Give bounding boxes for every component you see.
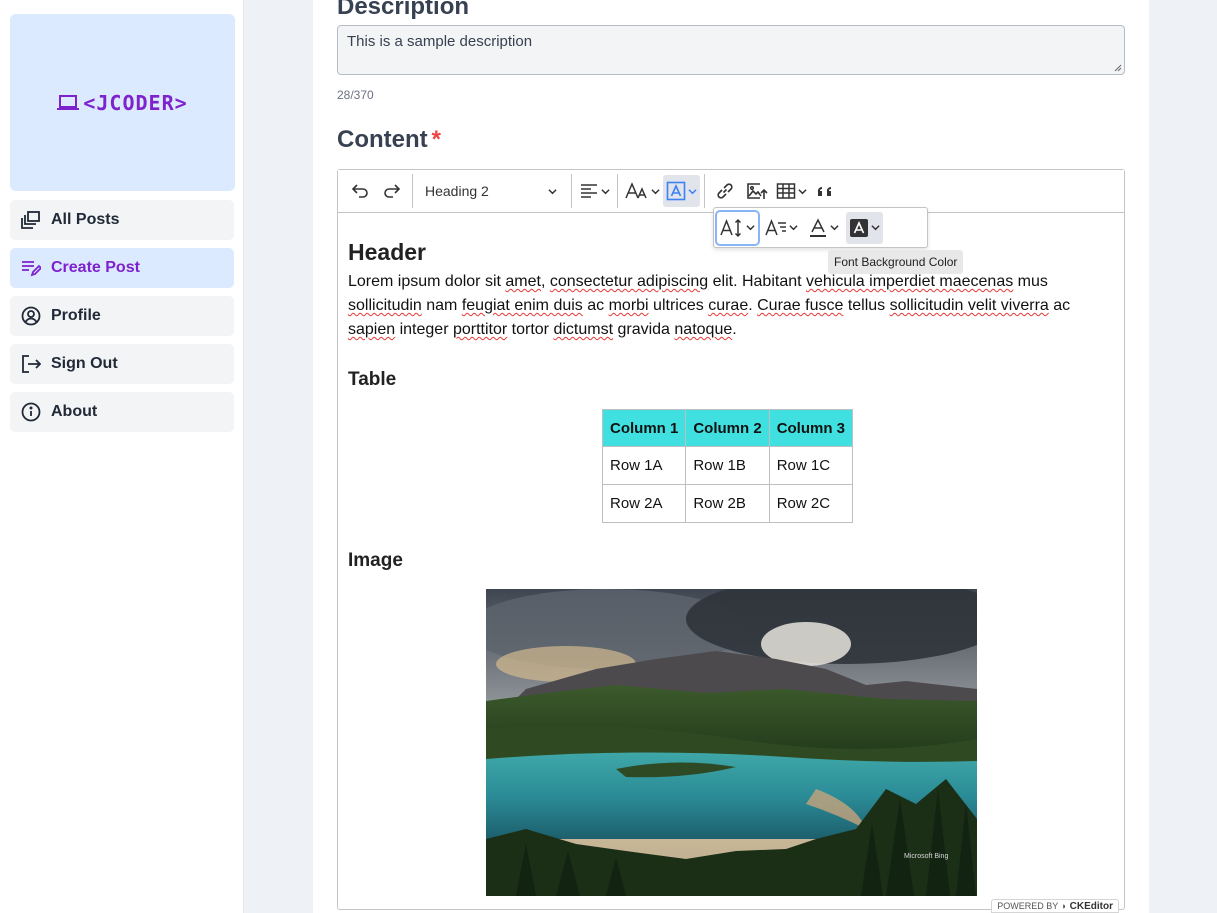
rich-text-editor: Heading 2 Font Background Color Header L… <box>337 169 1125 913</box>
editor-content[interactable]: Header Lorem ipsum dolor sit amet, conse… <box>338 213 1124 896</box>
landscape-image[interactable]: Microsoft Bing <box>486 589 977 896</box>
chevron-down-icon <box>789 225 798 231</box>
chevron-down-icon <box>688 188 697 194</box>
image-upload-icon <box>747 183 768 199</box>
table-cell[interactable]: Row 2B <box>685 484 770 523</box>
insert-table-dropdown[interactable] <box>773 175 810 207</box>
toolbar-separator <box>704 174 705 208</box>
sidebar-item-label: Sign Out <box>51 355 118 372</box>
blockquote-button[interactable] <box>810 175 842 207</box>
font-formatting-dropdown[interactable] <box>663 175 700 207</box>
description-textarea[interactable]: This is a sample description <box>337 25 1125 75</box>
sidebar-item-label: Create Post <box>51 259 140 276</box>
font-formatting-panel <box>713 207 928 248</box>
content-label-text: Content <box>337 126 428 153</box>
image-watermark: Microsoft Bing <box>904 853 948 860</box>
toolbar-separator <box>412 174 413 208</box>
resize-handle-icon[interactable] <box>1114 64 1122 72</box>
chevron-down-icon <box>548 188 557 194</box>
table-header-row: Column 1 Column 2 Column 3 <box>601 409 854 447</box>
doc-image-heading: Image <box>348 550 403 571</box>
table-cell[interactable]: Row 2A <box>601 484 687 523</box>
font-size-arrows-icon <box>720 218 742 237</box>
align-left-icon <box>581 184 597 198</box>
doc-paragraph: Lorem ipsum dolor sit amet, consectetur … <box>348 273 1071 338</box>
ckeditor-badge-prefix: POWERED BY <box>997 901 1059 911</box>
font-box-icon <box>666 181 686 201</box>
font-background-color-icon <box>850 218 868 237</box>
table-row: Row 1A Row 1B Row 1C <box>601 446 854 485</box>
font-background-color-dropdown[interactable] <box>846 211 883 244</box>
chevron-down-icon <box>830 225 839 231</box>
create-post-panel: Description This is a sample description… <box>313 0 1149 913</box>
logo-box[interactable]: <JCODER> <box>10 14 235 191</box>
heading-dropdown-value: Heading 2 <box>425 183 489 199</box>
tooltip: Font Background Color <box>828 250 964 274</box>
redo-button[interactable] <box>376 175 408 207</box>
sidebar-item-sign-out[interactable]: Sign Out <box>10 344 234 384</box>
font-color-dropdown[interactable] <box>805 212 842 244</box>
sidebar-item-all-posts[interactable]: All Posts <box>10 200 234 240</box>
description-label: Description <box>337 0 470 20</box>
chevron-down-icon <box>746 225 755 231</box>
toolbar-separator <box>617 174 618 208</box>
sidebar: <JCODER> All Posts Create Post Profile S… <box>0 0 244 913</box>
redo-icon <box>384 184 401 198</box>
page-background-right <box>1149 0 1217 913</box>
laptop-icon <box>57 94 80 110</box>
table-header-cell[interactable]: Column 3 <box>768 409 854 447</box>
sidebar-item-create-post[interactable]: Create Post <box>10 248 234 288</box>
chevron-down-icon <box>798 188 807 194</box>
table-cell[interactable]: Row 1C <box>768 446 854 485</box>
description-value: This is a sample description <box>347 33 533 50</box>
font-size-icon <box>625 182 647 199</box>
chevron-down-icon <box>651 188 660 194</box>
sidebar-item-profile[interactable]: Profile <box>10 296 234 336</box>
link-button[interactable] <box>709 175 741 207</box>
insert-image-button[interactable] <box>741 175 773 207</box>
required-mark: * <box>431 126 441 153</box>
table-cell[interactable]: Row 1A <box>601 446 687 485</box>
sidebar-nav: All Posts Create Post Profile Sign Out A… <box>10 200 234 432</box>
sidebar-item-label: Profile <box>51 307 101 324</box>
link-icon <box>717 183 733 199</box>
undo-button[interactable] <box>344 175 376 207</box>
font-family-dropdown[interactable] <box>762 212 801 244</box>
table-header-cell[interactable]: Column 2 <box>685 409 770 447</box>
doc-table[interactable]: Column 1 Column 2 Column 3 Row 1A Row 1B… <box>601 409 854 523</box>
font-family-icon <box>765 218 786 235</box>
heading-dropdown[interactable]: Heading 2 <box>417 175 567 207</box>
sign-out-icon <box>22 355 41 373</box>
sidebar-item-label: All Posts <box>51 211 120 228</box>
quote-icon <box>817 186 831 196</box>
sidebar-item-about[interactable]: About <box>10 392 234 432</box>
edit-list-icon <box>22 261 41 277</box>
sidebar-item-label: About <box>51 403 98 420</box>
info-icon <box>21 402 41 422</box>
font-size-dropdown-panel[interactable] <box>715 209 760 246</box>
stack-icon <box>21 211 40 229</box>
ckeditor-badge[interactable]: POWERED BY ◗ CKEditor <box>991 899 1119 913</box>
ckeditor-badge-brand: CKEditor <box>1069 900 1113 912</box>
doc-table-heading: Table <box>348 369 397 390</box>
table-icon <box>776 183 796 199</box>
landscape-picture: Microsoft Bing <box>486 589 977 896</box>
table-row: Row 2A Row 2B Row 2C <box>601 484 854 523</box>
font-size-dropdown[interactable] <box>622 175 663 207</box>
undo-icon <box>351 184 368 198</box>
ckeditor-logo-icon: ◗ <box>1061 901 1067 911</box>
user-circle-icon <box>21 306 41 326</box>
content-label: Content * <box>337 126 441 154</box>
chevron-down-icon <box>871 225 880 231</box>
toolbar-separator <box>571 174 572 208</box>
alignment-dropdown[interactable] <box>576 175 613 207</box>
font-color-icon <box>810 217 826 237</box>
logo: <JCODER> <box>57 91 187 115</box>
table-header-cell[interactable]: Column 1 <box>601 409 687 447</box>
logo-text: <JCODER> <box>83 90 188 115</box>
table-cell[interactable]: Row 1B <box>685 446 770 485</box>
chevron-down-icon <box>601 188 610 194</box>
table-cell[interactable]: Row 2C <box>768 484 854 523</box>
char-count: 28/370 <box>337 88 374 102</box>
